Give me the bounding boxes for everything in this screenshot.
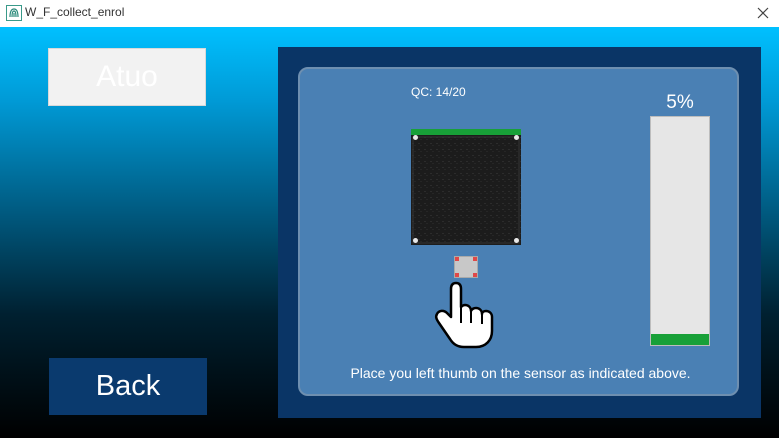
instruction-text: Place you left thumb on the sensor as in…: [350, 365, 691, 381]
capture-panel: QC: 14/20 5% Place you left thumb on the…: [278, 47, 761, 418]
pointing-hand-icon: [430, 279, 496, 351]
corner-marker: [514, 238, 519, 243]
title-bar: W_F_collect_enrol: [0, 0, 779, 27]
corner-marker: [413, 135, 418, 140]
main-area: Atuo Back QC: 14/20 5% Place you left th…: [0, 27, 779, 438]
sensor-icon: [454, 256, 478, 278]
progress-bar: [650, 116, 710, 346]
capture-inner-panel: QC: 14/20 5% Place you left thumb on the…: [298, 67, 739, 396]
corner-marker: [413, 238, 418, 243]
qc-score: QC: 14/20: [411, 85, 466, 99]
close-button[interactable]: [747, 0, 779, 27]
back-button[interactable]: Back: [49, 358, 207, 415]
fingerprint-quality-bar: [411, 129, 521, 135]
progress-percent-label: 5%: [666, 92, 694, 113]
sensor-corner: [455, 273, 459, 277]
window-title: W_F_collect_enrol: [25, 5, 125, 19]
sensor-corner: [473, 273, 477, 277]
sensor-corner: [473, 257, 477, 261]
progress-bar-fill: [651, 333, 709, 345]
close-icon: [757, 4, 769, 23]
corner-marker: [514, 135, 519, 140]
fingerprint-app-icon: [6, 5, 22, 21]
fingerprint-preview: [411, 129, 521, 245]
auto-button[interactable]: Atuo: [48, 48, 206, 106]
sensor-corner: [455, 257, 459, 261]
